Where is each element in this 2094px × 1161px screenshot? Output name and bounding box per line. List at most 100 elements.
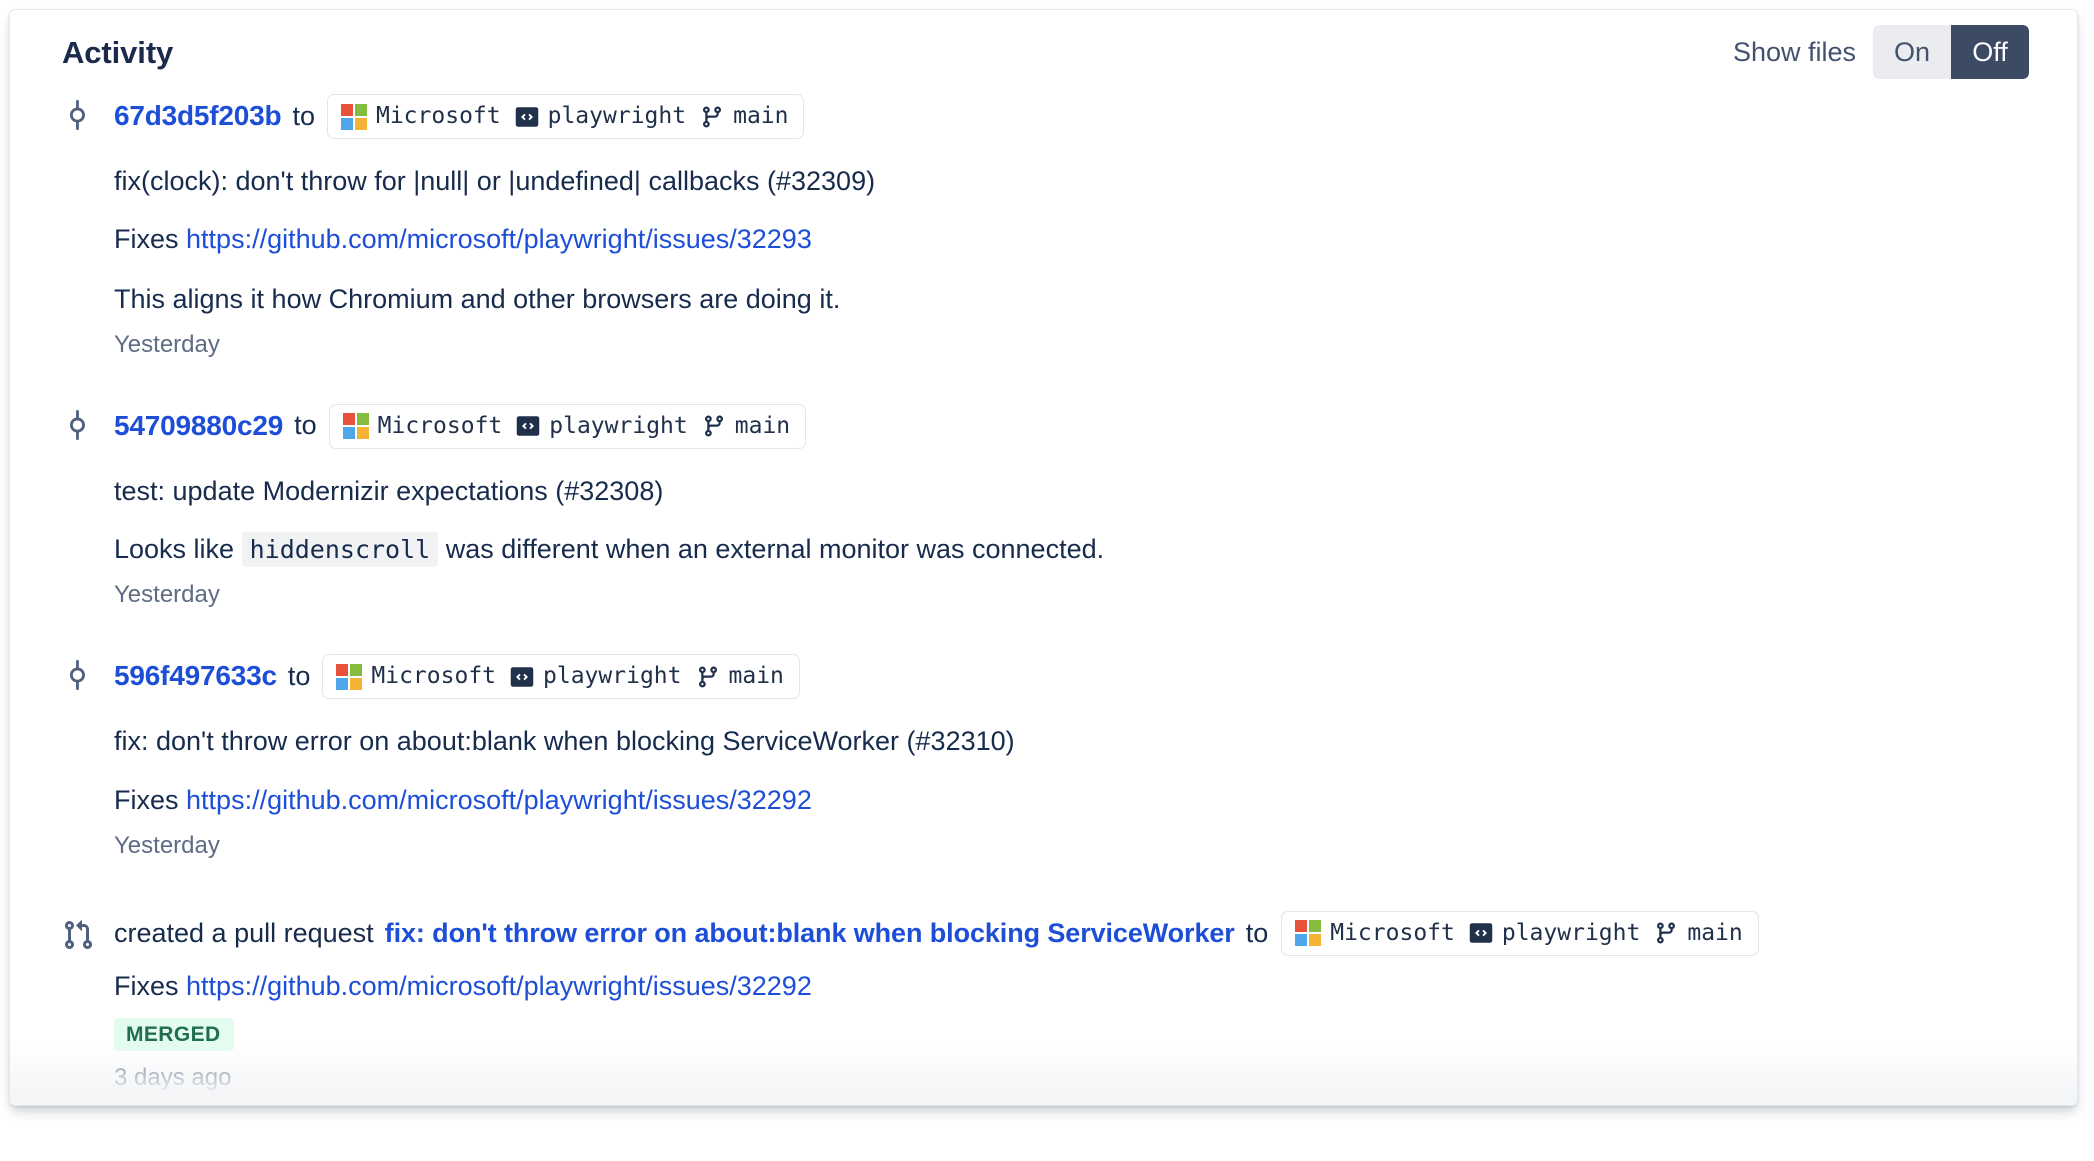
- commit-headline: 67d3d5f203b to Microsoft playwright main: [114, 94, 2029, 139]
- activity-card: Activity Show files On Off 67d3d5f203b t…: [9, 9, 2078, 1106]
- repo-name: playwright: [1469, 921, 1640, 945]
- repo-owner-label: Microsoft: [371, 663, 497, 690]
- commit-hash-link[interactable]: 596f497633c: [114, 661, 277, 692]
- commit-message-title: fix(clock): don't throw for |null| or |u…: [114, 166, 876, 196]
- repo-code-icon: [515, 106, 538, 127]
- repo-owner: Microsoft: [342, 412, 503, 440]
- pull-request-fixes-line: Fixes https://github.com/microsoft/playw…: [114, 968, 2029, 1004]
- to-label: to: [294, 410, 317, 441]
- header-controls: Show files On Off: [1733, 25, 2029, 79]
- commit-message-title: fix: don't throw error on about:blank wh…: [114, 726, 1015, 757]
- to-label: to: [287, 660, 311, 691]
- git-commit-icon: [62, 654, 114, 860]
- commit-message-title: test: update Modernizir expectations (#3…: [114, 475, 664, 506]
- repo-chip[interactable]: Microsoft playwright main: [322, 654, 800, 700]
- commit-fixes-line: Fixes https://github.com/microsoft/playw…: [114, 221, 2029, 258]
- show-files-off-button[interactable]: Off: [1951, 25, 2029, 79]
- repo-owner: Microsoft: [1295, 919, 1455, 947]
- page-title: Activity: [62, 34, 174, 70]
- git-branch-icon: [703, 106, 722, 128]
- repo-owner: Microsoft: [340, 103, 501, 130]
- show-files-on-button[interactable]: On: [1873, 25, 1951, 79]
- repo-branch: main: [1654, 919, 1743, 946]
- entry-timestamp: Yesterday: [114, 581, 220, 609]
- commit-message-body: Looks like hiddenscroll was different wh…: [114, 531, 1149, 568]
- commit-headline: 596f497633c to Microsoft playwright main: [114, 654, 2029, 700]
- entry-spacer: [62, 368, 2029, 404]
- show-files-label: Show files: [1732, 36, 1856, 67]
- repo-name: playwright: [516, 412, 688, 439]
- entry-timestamp: Yesterday: [114, 330, 220, 358]
- repo-name: playwright: [515, 105, 686, 129]
- microsoft-logo-icon: [340, 103, 367, 130]
- repo-code-icon: [517, 416, 540, 436]
- git-commit-icon: [62, 404, 114, 610]
- commit-headline: 54709880c29 to Microsoft playwright main: [114, 403, 2029, 449]
- activity-entry-body: created a pull request fix: don't throw …: [114, 910, 2029, 1093]
- repo-branch-label: main: [1687, 919, 1743, 946]
- commit-hash-link[interactable]: 54709880c29: [114, 410, 283, 442]
- repo-owner: Microsoft: [336, 663, 497, 690]
- activity-entry-commit: 596f497633c to Microsoft playwright main…: [62, 654, 2029, 860]
- repo-name-label: playwright: [549, 412, 688, 439]
- activity-entry-commit: 54709880c29 to Microsoft playwright main…: [62, 403, 2029, 610]
- fixes-label: Fixes: [114, 970, 179, 1001]
- body-text-before-code: Looks like: [114, 534, 235, 565]
- entry-timestamp: Yesterday: [114, 831, 220, 859]
- entry-spacer: [62, 869, 2029, 911]
- body-text-after-code: was different when an external monitor w…: [445, 534, 1105, 565]
- repo-code-icon: [1469, 923, 1493, 943]
- microsoft-logo-icon: [336, 663, 363, 690]
- activity-feed: 67d3d5f203b to Microsoft playwright main…: [10, 94, 2077, 1093]
- repo-branch-label: main: [733, 103, 789, 129]
- activity-entry-pull-request: created a pull request fix: don't throw …: [62, 910, 2029, 1093]
- commit-hash-link[interactable]: 67d3d5f203b: [114, 100, 282, 132]
- repo-owner-label: Microsoft: [377, 412, 503, 439]
- git-branch-icon: [698, 666, 717, 688]
- activity-header: Activity Show files On Off: [10, 10, 2077, 94]
- repo-name-label: playwright: [547, 103, 687, 129]
- repo-code-icon: [510, 666, 534, 687]
- repo-owner-label: Microsoft: [375, 103, 501, 129]
- activity-entry-commit: 67d3d5f203b to Microsoft playwright main…: [62, 94, 2029, 360]
- issue-link[interactable]: https://github.com/microsoft/playwright/…: [186, 971, 812, 1001]
- repo-branch: main: [702, 414, 790, 438]
- repo-branch: main: [700, 105, 788, 129]
- status-badge: MERGED: [114, 1018, 234, 1052]
- microsoft-logo-icon: [1295, 920, 1322, 947]
- to-label: to: [292, 100, 315, 131]
- show-files-toggle[interactable]: On Off: [1873, 25, 2029, 79]
- activity-entry-body: 54709880c29 to Microsoft playwright main…: [114, 403, 2029, 610]
- to-label: to: [1245, 917, 1269, 948]
- issue-link[interactable]: https://github.com/microsoft/playwright/…: [186, 224, 812, 254]
- repo-chip[interactable]: Microsoft playwright main: [1281, 910, 1759, 956]
- repo-chip[interactable]: Microsoft playwright main: [328, 403, 807, 449]
- repo-name: playwright: [510, 663, 682, 690]
- fixes-label: Fixes: [114, 224, 179, 255]
- repo-branch: main: [696, 665, 784, 689]
- entry-spacer: [62, 618, 2029, 654]
- repo-name-label: playwright: [1501, 919, 1641, 946]
- git-branch-icon: [1657, 922, 1676, 944]
- activity-entry-body: 596f497633c to Microsoft playwright main…: [114, 654, 2029, 860]
- commit-message-body: This aligns it how Chromium and other br…: [114, 283, 841, 314]
- created-pull-request-label: created a pull request: [114, 917, 374, 948]
- activity-panel-page: Activity Show files On Off 67d3d5f203b t…: [0, 0, 2094, 1161]
- inline-code: hiddenscroll: [241, 532, 439, 568]
- repo-chip[interactable]: Microsoft playwright main: [326, 94, 805, 139]
- repo-name-label: playwright: [543, 663, 682, 690]
- git-commit-icon: [62, 94, 114, 360]
- git-pull-request-icon: [62, 911, 114, 1093]
- fixes-label: Fixes: [114, 784, 179, 815]
- activity-entry-body: 67d3d5f203b to Microsoft playwright main…: [114, 94, 2029, 360]
- issue-link[interactable]: https://github.com/microsoft/playwright/…: [186, 785, 812, 815]
- entry-timestamp: 3 days ago: [114, 1064, 232, 1092]
- repo-branch-label: main: [728, 663, 784, 690]
- commit-fixes-line: Fixes https://github.com/microsoft/playw…: [114, 782, 2029, 819]
- microsoft-logo-icon: [342, 413, 369, 440]
- repo-owner-label: Microsoft: [1330, 919, 1455, 946]
- git-branch-icon: [704, 415, 723, 437]
- repo-branch-label: main: [734, 412, 791, 439]
- pull-request-title-link[interactable]: fix: don't throw error on about:blank wh…: [385, 918, 1235, 949]
- pull-request-headline: created a pull request fix: don't throw …: [114, 910, 2029, 956]
